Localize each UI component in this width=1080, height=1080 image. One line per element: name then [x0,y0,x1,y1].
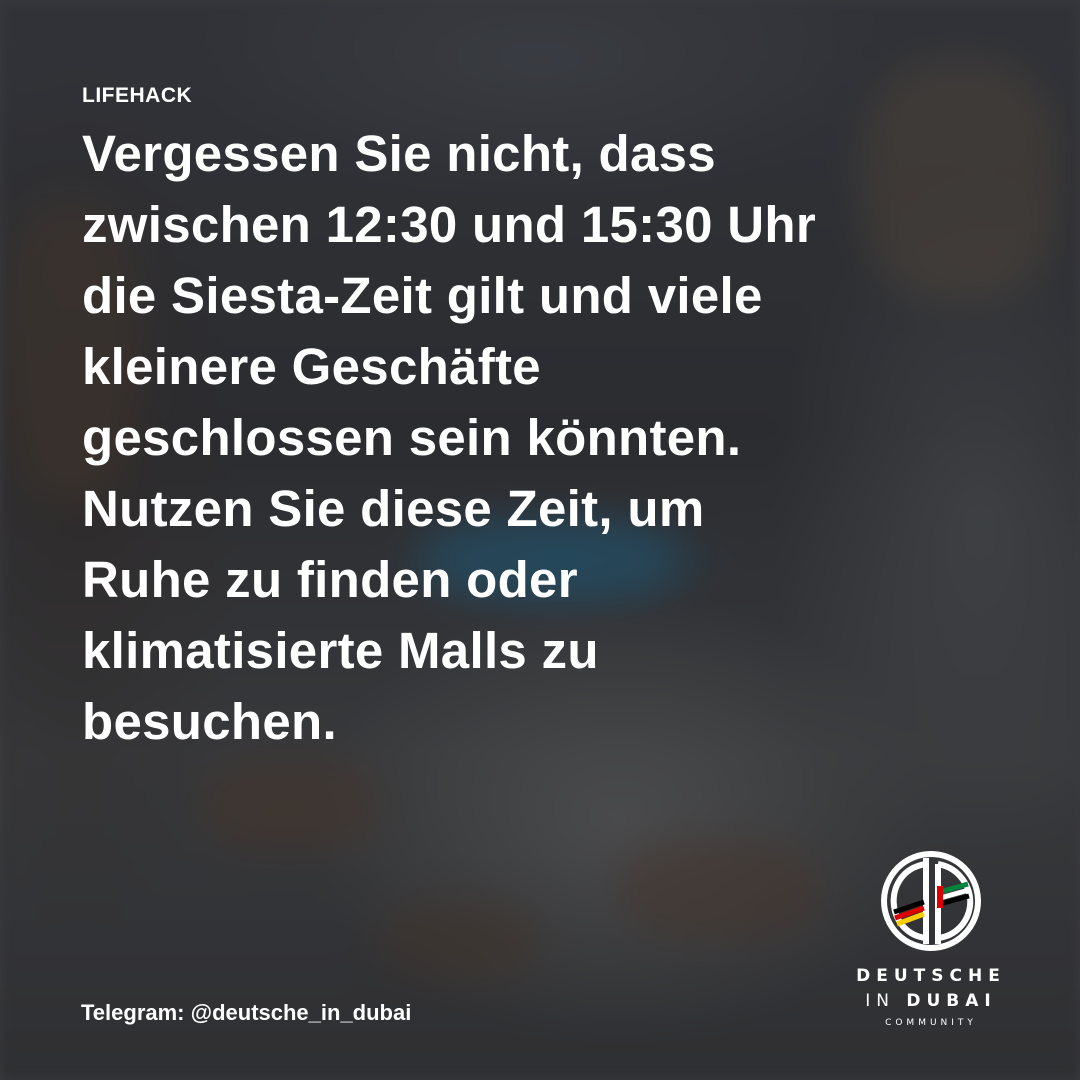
logo-wordmark-line1: DEUTSCHE [856,966,1006,986]
main-content: LIFEHACK Vergessen Sie nicht, dass zwisc… [82,84,982,757]
headline-line: Nutzen Sie diese Zeit, um [82,480,705,537]
category-tag: LIFEHACK [82,84,193,107]
brand-logo: DEUTSCHE IN DUBAI COMMUNITY [836,850,1026,1040]
headline: Vergessen Sie nicht, dass zwischen 12:30… [82,118,982,757]
telegram-handle: Telegram: @deutsche_in_dubai [81,1000,412,1025]
logo-wordmark-line2: IN DUBAI [865,991,997,1011]
headline-line: zwischen 12:30 und 15:30 Uhr [82,196,816,253]
headline-line: Vergessen Sie nicht, dass [82,125,716,182]
headline-line: Ruhe zu finden oder [82,551,578,608]
headline-line: besuchen. [82,693,337,750]
headline-line: die Siesta-Zeit gilt und viele [82,267,763,324]
did-monogram-icon [881,851,981,951]
headline-line: kleinere Geschäfte [82,338,541,395]
headline-line: geschlossen sein könnten. [82,409,742,466]
logo-wordmark-line3: COMMUNITY [885,1018,977,1028]
headline-line: klimatisierte Malls zu [82,622,599,679]
